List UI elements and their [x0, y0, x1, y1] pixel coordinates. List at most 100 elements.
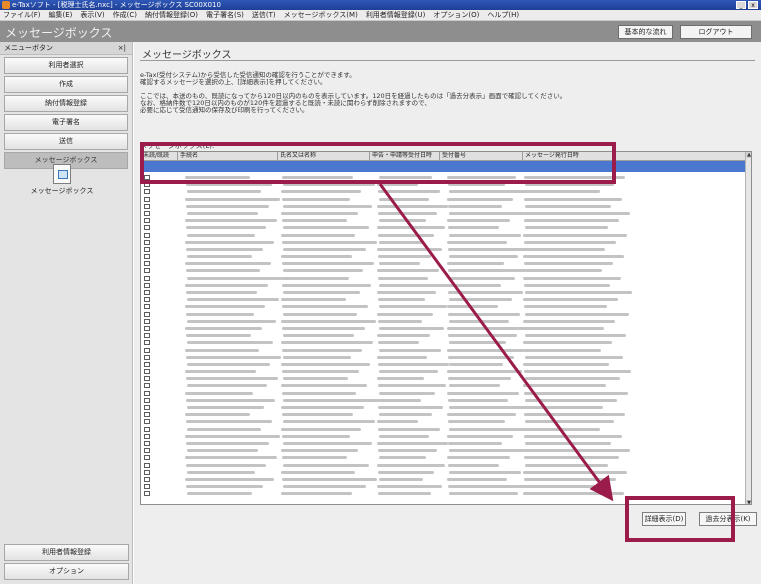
scroll-up-icon[interactable]: ▲ — [746, 152, 751, 158]
envelope-icon — [144, 433, 150, 439]
table-row[interactable] — [141, 440, 747, 447]
table-row[interactable] — [141, 368, 747, 375]
redacted-cell — [448, 485, 529, 489]
table-row[interactable] — [141, 282, 747, 289]
vertical-scrollbar[interactable]: ▲ ▼ — [745, 152, 751, 504]
menu-send[interactable]: 送信(T) — [252, 10, 276, 20]
sidebar-heading-label: メニューボタン — [4, 44, 53, 52]
menu-create[interactable]: 作成(C) — [113, 10, 137, 20]
table-row[interactable] — [141, 303, 747, 310]
table-row[interactable] — [141, 354, 747, 361]
redacted-cell — [523, 319, 615, 323]
table-row[interactable] — [141, 469, 747, 476]
menu-file[interactable]: ファイル(F) — [3, 10, 41, 20]
envelope-icon — [144, 361, 150, 367]
table-row[interactable] — [141, 217, 747, 224]
redacted-cell — [283, 226, 369, 230]
redacted-cell — [378, 470, 434, 474]
pin-icon[interactable]: ×| — [118, 42, 126, 55]
envelope-icon — [144, 261, 150, 267]
menu-signature[interactable]: 電子署名(S) — [206, 10, 244, 20]
redacted-cell — [186, 269, 260, 273]
table-row[interactable] — [141, 375, 747, 382]
table-row[interactable] — [141, 325, 747, 332]
menu-help[interactable]: ヘルプ(H) — [487, 10, 519, 20]
table-row[interactable] — [141, 382, 747, 389]
table-row[interactable] — [141, 239, 747, 246]
redacted-cell — [449, 384, 500, 388]
sidebar-item-signature[interactable]: 電子署名 — [4, 114, 128, 131]
table-row[interactable] — [141, 454, 747, 461]
menu-user-info[interactable]: 利用者情報登録(U) — [366, 10, 426, 20]
app-icon — [2, 1, 10, 9]
table-row[interactable] — [141, 311, 747, 318]
redacted-cell — [525, 377, 620, 381]
table-row[interactable] — [141, 188, 747, 195]
redacted-cell — [377, 291, 436, 294]
table-row[interactable] — [141, 361, 747, 368]
redacted-cell — [283, 441, 372, 445]
table-row[interactable] — [141, 476, 747, 483]
sidebar-item-create[interactable]: 作成 — [4, 76, 128, 93]
redacted-cell — [449, 406, 530, 409]
table-row[interactable] — [141, 332, 747, 339]
table-row[interactable] — [141, 318, 747, 325]
envelope-icon — [144, 232, 150, 238]
redacted-cell — [185, 456, 277, 460]
table-row[interactable] — [141, 203, 747, 210]
redacted-cell — [378, 362, 449, 366]
table-row[interactable] — [141, 411, 747, 418]
sidebar-item-user-select[interactable]: 利用者選択 — [4, 57, 128, 74]
message-list[interactable]: 未読/既読 手続名 氏名又は名称 申告・申請等受付日時 受付番号 メッセージ発行… — [140, 151, 752, 505]
table-row[interactable] — [141, 253, 747, 260]
menu-edit[interactable]: 編集(E) — [49, 10, 73, 20]
table-row[interactable] — [141, 296, 747, 303]
redacted-cell — [523, 384, 606, 388]
envelope-icon — [144, 491, 150, 497]
scroll-down-icon[interactable]: ▼ — [746, 500, 751, 504]
menu-payment[interactable]: 納付情報登録(O) — [145, 10, 198, 20]
redacted-cell — [186, 420, 272, 424]
redacted-cell — [525, 441, 611, 445]
basic-flow-button[interactable]: 基本的な流れ — [618, 25, 673, 39]
sidebar-item-payment[interactable]: 納付情報登録 — [4, 95, 128, 112]
envelope-icon — [144, 383, 150, 389]
table-row[interactable] — [141, 397, 747, 404]
envelope-icon — [144, 268, 150, 274]
minimize-button[interactable]: _ — [736, 1, 746, 9]
table-row[interactable] — [141, 462, 747, 469]
menu-view[interactable]: 表示(V) — [80, 10, 104, 20]
table-row[interactable] — [141, 210, 747, 217]
window-title: e-Taxソフト - [税理士氏名.nxc] - メッセージボックス SC00X… — [12, 1, 221, 9]
table-row[interactable] — [141, 196, 747, 203]
table-row[interactable] — [141, 483, 747, 490]
table-row[interactable] — [141, 418, 747, 425]
sidebar-item-user-info[interactable]: 利用者情報登録 — [4, 544, 129, 561]
redacted-cell — [282, 326, 365, 330]
menu-messagebox[interactable]: メッセージボックス(M) — [284, 10, 358, 20]
table-row[interactable] — [141, 232, 747, 239]
table-row[interactable] — [141, 426, 747, 433]
table-row[interactable] — [141, 267, 747, 274]
close-button[interactable]: x — [748, 1, 758, 9]
redacted-cell — [378, 341, 419, 345]
table-row[interactable] — [141, 404, 747, 411]
table-row[interactable] — [141, 275, 747, 282]
table-row[interactable] — [141, 347, 747, 354]
redacted-cell — [447, 262, 504, 266]
logout-button[interactable]: ログアウト — [680, 25, 752, 39]
table-row[interactable] — [141, 433, 747, 440]
table-row[interactable] — [141, 246, 747, 253]
redacted-cell — [377, 485, 442, 489]
messagebox-tool[interactable]: メッセージボックス — [12, 164, 112, 196]
table-row[interactable] — [141, 447, 747, 454]
sidebar-item-send[interactable]: 送信 — [4, 133, 128, 150]
table-row[interactable] — [141, 289, 747, 296]
table-row[interactable] — [141, 339, 747, 346]
table-row[interactable] — [141, 260, 747, 267]
sidebar-item-options[interactable]: オプション — [4, 563, 129, 580]
table-row[interactable] — [141, 390, 747, 397]
message-rows — [141, 174, 747, 497]
table-row[interactable] — [141, 224, 747, 231]
menu-options[interactable]: オプション(O) — [433, 10, 479, 20]
